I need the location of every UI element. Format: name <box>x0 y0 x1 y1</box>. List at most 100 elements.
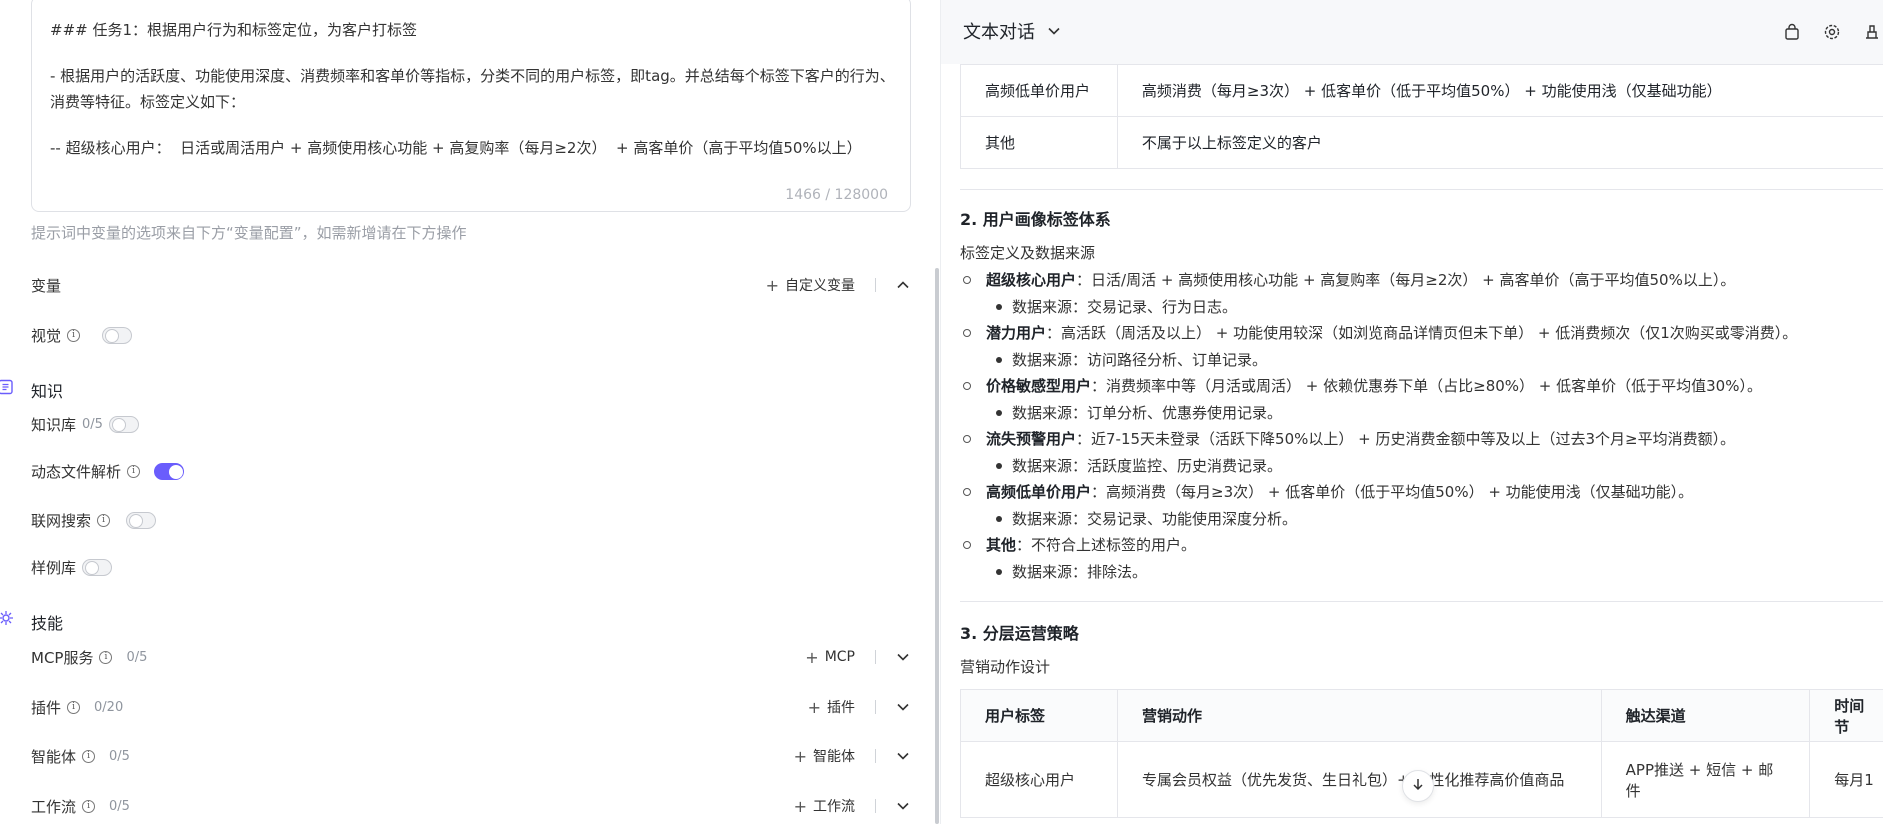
prompt-line: - 根据用户的活跃度、功能使用深度、消费频率和客单价等指标，分类不同的用户标签，… <box>50 67 895 111</box>
settings-icon[interactable] <box>1820 20 1844 44</box>
web-search-toggle[interactable] <box>126 511 157 529</box>
divider <box>960 601 1883 602</box>
dynamic-parse-row: 动态文件解析 i <box>31 458 910 484</box>
skill-count: 0/5 <box>126 649 148 665</box>
info-icon[interactable]: i <box>82 799 96 813</box>
add-plugin-button[interactable]: + 插件 <box>808 697 855 717</box>
skill-label: 智能体 <box>31 747 77 766</box>
chevron-down-icon[interactable] <box>896 749 910 763</box>
list-item: 高频低单价用户：高频消费（每月≥3次） + 低客单价（低于平均值50%） + 功… <box>960 479 1883 532</box>
data-source: 数据来源：活跃度监控、历史消费记录。 <box>986 453 1883 480</box>
vision-row: 视觉 i <box>31 322 910 348</box>
dynamic-parse-label: 动态文件解析 <box>31 462 122 481</box>
chevron-up-icon[interactable] <box>896 278 910 292</box>
column-header: 触达渠道 <box>1600 689 1811 742</box>
table-cell: APP推送 + 短信 + 邮件 <box>1600 741 1811 818</box>
info-icon[interactable]: i <box>99 650 113 664</box>
divider <box>960 189 1883 190</box>
table-cell: 高频低单价用户 <box>960 64 1118 117</box>
tag-name: 高频低单价用户 <box>986 483 1092 501</box>
add-agent-button[interactable]: + 智能体 <box>794 746 855 766</box>
chat-topbar: 文本对话 <box>941 0 1883 64</box>
add-variable-button[interactable]: + 自定义变量 <box>766 275 855 295</box>
vision-toggle[interactable] <box>102 326 133 344</box>
tag-name: 价格敏感型用户 <box>986 377 1092 395</box>
chevron-down-icon[interactable] <box>896 799 910 813</box>
prompt-editor[interactable]: ### 任务1：根据用户行为和标签定位，为客户打标签 - 根据用户的活跃度、功能… <box>31 0 911 212</box>
arrow-down-icon <box>1411 777 1425 795</box>
info-icon[interactable]: i <box>127 464 141 478</box>
mode-selector[interactable]: 文本对话 <box>963 18 1061 44</box>
divider <box>875 278 876 292</box>
info-icon[interactable]: i <box>67 700 81 714</box>
skills-title: 技能 <box>31 614 64 633</box>
skill-row-workflow: 工作流 i 0/5 + 工作流 <box>31 793 910 819</box>
section-heading: 2. 用户画像标签体系 <box>960 210 1111 229</box>
data-source: 数据来源：交易记录、功能使用深度分析。 <box>986 506 1883 533</box>
table-cell: 其他 <box>960 116 1118 169</box>
chevron-down-icon[interactable] <box>896 700 910 714</box>
knowledge-base-count: 0/5 <box>82 416 103 432</box>
tag-desc: ：高活跃（周活及以上） + 功能使用较深（如浏览商品详情页但未下单） + 低消费… <box>1046 324 1798 342</box>
mode-title: 文本对话 <box>963 22 1035 43</box>
divider <box>875 650 876 664</box>
char-count: 1466 / 128000 <box>785 187 888 203</box>
list-item: 潜力用户：高活跃（周活及以上） + 功能使用较深（如浏览商品详情页但未下单） +… <box>960 320 1883 373</box>
web-search-row: 联网搜索 i <box>31 507 910 533</box>
scroll-to-bottom-button[interactable] <box>1402 770 1434 802</box>
skill-label: 工作流 <box>31 797 77 816</box>
info-icon[interactable]: i <box>97 513 111 527</box>
tag-desc: ：高频消费（每月≥3次） + 低客单价（低于平均值50%） + 功能使用浅（仅基… <box>1091 483 1694 501</box>
examples-toggle[interactable] <box>82 558 113 576</box>
tag-desc: ：日活/周活 + 高频使用核心功能 + 高复购率（每月≥2次） + 高客单价（高… <box>1076 271 1736 289</box>
tag-list: 超级核心用户：日活/周活 + 高频使用核心功能 + 高复购率（每月≥2次） + … <box>960 267 1883 585</box>
table-row: 其他 不属于以上标签定义的客户 <box>960 116 1883 169</box>
skill-row-agent: 智能体 i 0/5 + 智能体 <box>31 743 910 769</box>
table-cell: 每月1 <box>1809 741 1883 818</box>
tag-name: 其他 <box>986 536 1017 554</box>
skill-label: MCP服务 <box>31 648 94 667</box>
list-item: 流失预警用户：近7-15天未登录（活跃下降50%以上） + 历史消费金额中等及以… <box>960 426 1883 479</box>
web-search-label: 联网搜索 <box>31 511 92 530</box>
info-icon[interactable]: i <box>82 749 96 763</box>
bag-icon[interactable] <box>1780 20 1804 44</box>
tag-name: 潜力用户 <box>986 324 1047 342</box>
skill-count: 0/5 <box>109 748 130 764</box>
skill-label: 插件 <box>31 698 62 717</box>
table-cell: 高频消费（每月≥3次） + 低客单价（低于平均值50%） + 功能使用浅（仅基础… <box>1116 64 1883 117</box>
prompt-line: -- 超级核心用户： 日活或周活用户 + 高频使用核心功能 + 高复购率（每月≥… <box>50 139 862 157</box>
divider <box>875 700 876 714</box>
plus-icon: + <box>765 275 779 295</box>
divider <box>875 799 876 813</box>
chevron-down-icon <box>1047 24 1061 38</box>
data-source: 数据来源：排除法。 <box>986 559 1883 586</box>
tag-name: 流失预警用户 <box>986 430 1077 448</box>
knowledge-title: 知识 <box>31 382 64 401</box>
prompt-text[interactable]: ### 任务1：根据用户行为和标签定位，为客户打标签 - 根据用户的活跃度、功能… <box>50 17 900 181</box>
section-heading: 3. 分层运营策略 <box>960 624 1079 643</box>
tag-desc: ：消费频率中等（月活或周活） + 依赖优惠券下单（占比≥80%） + 低客单价（… <box>1091 377 1762 395</box>
add-mcp-button[interactable]: + MCP <box>805 648 855 667</box>
chat-message: 高频低单价用户 高频消费（每月≥3次） + 低客单价（低于平均值50%） + 功… <box>960 64 1883 818</box>
list-item: 超级核心用户：日活/周活 + 高频使用核心功能 + 高复购率（每月≥2次） + … <box>960 267 1883 320</box>
section-subtitle: 营销动作设计 <box>960 658 1051 676</box>
knowledge-base-label: 知识库 <box>31 415 77 434</box>
dynamic-parse-toggle[interactable] <box>154 462 185 480</box>
add-workflow-button[interactable]: + 工作流 <box>794 796 855 816</box>
tag-desc: ：不符合上述标签的用户。 <box>1016 536 1197 554</box>
variables-row: 变量 + 自定义变量 <box>31 272 910 298</box>
plus-icon: + <box>793 746 807 766</box>
table-cell: 超级核心用户 <box>960 741 1118 818</box>
data-source: 数据来源：订单分析、优惠券使用记录。 <box>986 400 1883 427</box>
knowledge-base-toggle[interactable] <box>108 415 139 433</box>
table-header-row: 用户标签 营销动作 触达渠道 时间节 <box>960 689 1883 742</box>
variable-hint: 提示词中变量的选项来自下方“变量配置”，如需新增请在下方操作 <box>31 224 467 242</box>
table-row: 高频低单价用户 高频消费（每月≥3次） + 低客单价（低于平均值50%） + 功… <box>960 64 1883 117</box>
clear-icon[interactable] <box>1860 20 1883 44</box>
info-icon[interactable]: i <box>67 328 81 342</box>
column-header: 时间节 <box>1809 689 1883 742</box>
chevron-down-icon[interactable] <box>896 650 910 664</box>
prompt-line: ### 任务1：根据用户行为和标签定位，为客户打标签 <box>50 21 418 39</box>
table-cell: 专属会员权益（优先发货、生日礼包）+ 个性化推荐高价值商品 <box>1117 741 1602 818</box>
left-scrollbar[interactable] <box>935 268 939 824</box>
